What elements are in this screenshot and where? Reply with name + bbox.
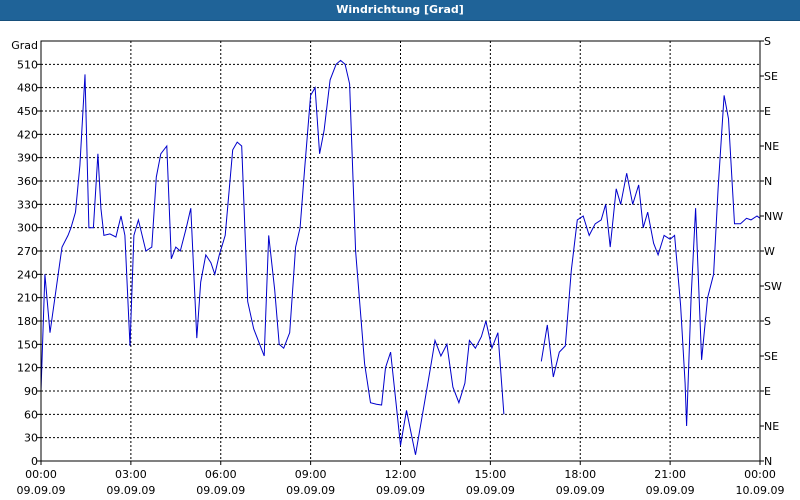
y-tick-label: 450: [17, 105, 38, 118]
y-tick-label: 120: [17, 362, 38, 375]
x-tick-date-label: 09.09.09: [376, 484, 425, 497]
x-tick-time-label: 21:00: [654, 468, 686, 481]
y-tick-label: 390: [17, 152, 38, 165]
right-axis-label: N: [764, 175, 772, 188]
x-tick-date-label: 09.09.09: [196, 484, 245, 497]
x-tick-date-label: 09.09.09: [646, 484, 695, 497]
right-axis-label: SE: [764, 70, 778, 83]
right-axis-label: E: [764, 105, 771, 118]
x-tick-time-label: 06:00: [205, 468, 237, 481]
y-axis-unit-label: Grad: [11, 39, 38, 52]
y-tick-label: 150: [17, 338, 38, 351]
right-axis-label: W: [764, 245, 775, 258]
wind-direction-chart: Grad 0 30 60 90 120 150 180 210 240 270 300 330 360 3…: [11, 35, 785, 497]
y-tick-label: 330: [17, 198, 38, 211]
x-tick-time-label: 18:00: [564, 468, 596, 481]
right-axis-label: SW: [764, 280, 782, 293]
y-tick-label: 90: [24, 385, 38, 398]
y-tick-label: 30: [24, 432, 38, 445]
y-tick-label: 0: [31, 455, 38, 468]
x-tick-date-label: 09.09.09: [466, 484, 515, 497]
right-axis-label: NE: [764, 140, 779, 153]
y-tick-label: 60: [24, 408, 38, 421]
y-tick-label: 270: [17, 245, 38, 258]
y-tick-label: 510: [17, 58, 38, 71]
y-tick-label: 420: [17, 128, 38, 141]
x-tick-time-label: 03:00: [115, 468, 147, 481]
right-axis-label: S: [764, 35, 771, 48]
y-tick-label: 180: [17, 315, 38, 328]
x-tick-time-label: 09:00: [295, 468, 327, 481]
y-tick-label: 480: [17, 82, 38, 95]
y-tick-label: 210: [17, 292, 38, 305]
x-tick-date-label: 09.09.09: [17, 484, 66, 497]
x-tick-time-label: 00:00: [744, 468, 776, 481]
x-tick-date-label: 09.09.09: [106, 484, 155, 497]
y-tick-label: 300: [17, 222, 38, 235]
right-axis-label: S: [764, 315, 771, 328]
x-tick-time-label: 15:00: [475, 468, 507, 481]
right-axis-label: NW: [764, 210, 783, 223]
x-tick-time-label: 12:00: [385, 468, 417, 481]
right-axis-label: E: [764, 385, 771, 398]
x-tick-time-label: 00:00: [25, 468, 57, 481]
y-tick-label: 240: [17, 268, 38, 281]
right-axis-label: NE: [764, 420, 779, 433]
right-axis-label: SE: [764, 350, 778, 363]
right-axis-label: N: [764, 455, 772, 468]
x-tick-date-label: 09.09.09: [286, 484, 335, 497]
x-tick-date-label: 09.09.09: [556, 484, 605, 497]
chart-window: Windrichtung [Grad] Grad 0 30 60 90 120 150 18…: [0, 0, 800, 500]
x-tick-date-label: 10.09.09: [736, 484, 785, 497]
y-tick-label: 360: [17, 175, 38, 188]
